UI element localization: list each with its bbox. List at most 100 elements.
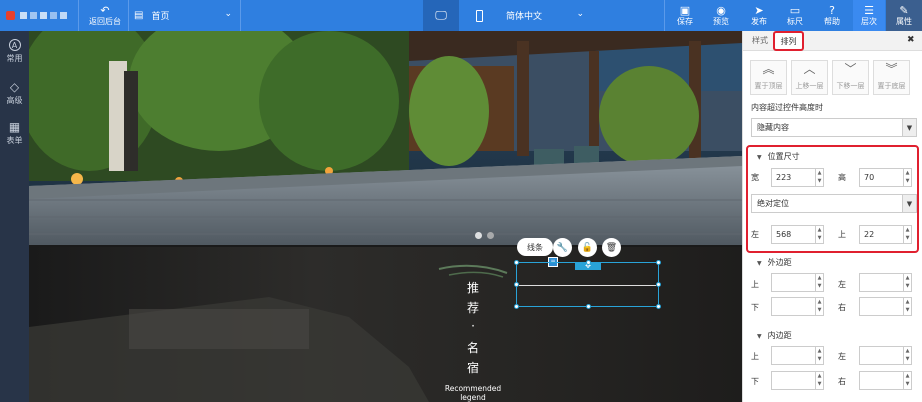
padding-top-input[interactable]: ▲ ▼: [771, 346, 824, 365]
margin-top-input[interactable]: ▲ ▼: [771, 273, 824, 292]
stepper-icon[interactable]: ▲ ▼: [903, 347, 911, 364]
stepper-icon[interactable]: ▲ ▼: [903, 372, 911, 389]
bring-forward-button[interactable]: ︿ 上移一层: [791, 60, 828, 95]
layers-button[interactable]: ☰ 层次: [853, 0, 885, 31]
tab-style[interactable]: 样式: [752, 35, 768, 46]
stepper-icon[interactable]: ▲ ▼: [815, 347, 823, 364]
padding-section-header[interactable]: ▼ 内边距: [757, 330, 792, 341]
sidebar-item-label: 常用: [6, 54, 23, 63]
left-label: 左: [751, 230, 759, 239]
tab-arrange-label: 排列: [780, 36, 797, 46]
mobile-view-button[interactable]: [461, 0, 497, 31]
top-value: 22: [864, 230, 875, 239]
send-to-back-button[interactable]: ︾ 置于底层: [873, 60, 910, 95]
margin-bottom-input[interactable]: ▲ ▼: [771, 297, 824, 316]
tab-arrange[interactable]: 排列: [773, 31, 804, 51]
send-backward-button[interactable]: ﹀ 下移一层: [832, 60, 869, 95]
height-input[interactable]: 70 ▲ ▼: [859, 168, 912, 187]
overflow-label: 内容超过控件高度时: [751, 103, 823, 112]
line-element-label: 线条: [527, 242, 543, 252]
phone-icon: [475, 9, 483, 22]
resize-handle[interactable]: [586, 260, 591, 265]
title-char: ·: [471, 319, 475, 333]
selected-line-element[interactable]: [514, 260, 661, 309]
padding-left-input[interactable]: ▲ ▼: [859, 346, 912, 365]
lock-button[interactable]: 🔓: [578, 238, 597, 257]
position-size-section-header[interactable]: ▼ 位置尺寸: [757, 151, 800, 162]
stepper-icon[interactable]: ▲ ▼: [815, 274, 823, 291]
close-icon[interactable]: ✖: [907, 35, 915, 45]
width-label: 宽: [751, 173, 759, 182]
button-label: 下移一层: [836, 82, 865, 90]
slider-dot-active[interactable]: [475, 232, 482, 239]
stepper-icon[interactable]: ▲ ▼: [815, 372, 823, 389]
padding-bottom-input[interactable]: ▲ ▼: [771, 371, 824, 390]
width-input[interactable]: 223 ▲ ▼: [771, 168, 824, 187]
save-button[interactable]: ▣ 保存: [670, 0, 700, 31]
desktop-view-button[interactable]: 🖵: [423, 0, 459, 31]
design-canvas[interactable]: 推 荐 · 名 宿 Recommended legend 线条 🔧 🔓 🗑 ≡ …: [29, 31, 742, 402]
padding-right-input[interactable]: ▲ ▼: [859, 371, 912, 390]
ruler-button[interactable]: ▭ 标尺: [780, 0, 810, 31]
section-title: 推 荐 · 名 宿: [458, 279, 488, 379]
top-input[interactable]: 22 ▲ ▼: [859, 225, 912, 244]
page-selector[interactable]: ▤ 首页 ⌄: [134, 0, 238, 31]
sidebar-item-form[interactable]: ▦ 表单: [0, 120, 29, 146]
help-button[interactable]: ? 帮助: [817, 0, 847, 31]
margin-left-label: 左: [838, 280, 846, 289]
button-label: 上移一层: [795, 82, 824, 90]
sidebar-item-label: 表单: [6, 136, 23, 145]
stepper-icon[interactable]: ▲ ▼: [815, 226, 823, 243]
resize-handle[interactable]: [514, 282, 519, 287]
chevron-down-icon: ⌄: [224, 9, 232, 19]
back-to-admin-label: 返回后台: [89, 17, 121, 26]
resize-handle[interactable]: [586, 304, 591, 309]
diamond-icon: ◇: [9, 80, 20, 94]
slider-dot[interactable]: [487, 232, 494, 239]
section-subtitle: Recommended legend: [439, 384, 507, 402]
positioning-value: 绝对定位: [757, 199, 789, 208]
left-input[interactable]: 568 ▲ ▼: [771, 225, 824, 244]
button-label: 置于底层: [877, 82, 906, 90]
triangle-down-icon: ▼: [757, 154, 762, 161]
properties-button[interactable]: ✎ 属性: [886, 0, 922, 31]
margin-right-input[interactable]: ▲ ▼: [859, 297, 912, 316]
back-to-admin-button[interactable]: ↶ 返回后台: [84, 0, 126, 31]
height-value: 70: [864, 173, 875, 182]
resize-handle[interactable]: [514, 304, 519, 309]
panel-tab-bar: [743, 31, 922, 51]
resort-courtyard-image: [29, 31, 742, 247]
delete-button[interactable]: 🗑: [602, 238, 621, 257]
preview-button[interactable]: ◉ 预览: [706, 0, 736, 31]
stepper-icon[interactable]: ▲ ▼: [815, 298, 823, 315]
stepper-icon[interactable]: ▲ ▼: [903, 226, 911, 243]
preview-icon: ◉: [716, 4, 726, 17]
language-label: 简体中文: [506, 12, 543, 22]
sidebar-item-common[interactable]: A 常用: [0, 39, 29, 64]
overflow-select[interactable]: 隐藏内容 ▼: [751, 118, 917, 137]
resize-handle[interactable]: [514, 260, 519, 265]
bring-to-front-button[interactable]: ︽ 置于顶层: [750, 60, 787, 95]
grid-icon: ▦: [8, 120, 21, 134]
margin-section-header[interactable]: ▼ 外边距: [757, 257, 792, 268]
stepper-icon[interactable]: ▲ ▼: [903, 169, 911, 186]
stepper-icon[interactable]: ▲ ▼: [903, 274, 911, 291]
line-element-button[interactable]: 线条: [517, 238, 553, 256]
top-label: 上: [838, 230, 846, 239]
language-selector[interactable]: 简体中文 ⌄: [498, 0, 586, 31]
resize-handle[interactable]: [656, 260, 661, 265]
publish-button[interactable]: ➤ 发布: [744, 0, 774, 31]
resize-handle[interactable]: [656, 282, 661, 287]
positioning-select[interactable]: 绝对定位 ▼: [751, 194, 917, 213]
stepper-icon[interactable]: ▲ ▼: [815, 169, 823, 186]
trash-icon: 🗑: [605, 242, 618, 253]
settings-button[interactable]: 🔧: [553, 238, 572, 257]
margin-left-input[interactable]: ▲ ▼: [859, 273, 912, 292]
resize-handle[interactable]: [656, 304, 661, 309]
sidebar-item-label: 高级: [6, 96, 23, 105]
help-label: 帮助: [824, 17, 840, 26]
properties-panel: 样式 排列 ✖ ︽ 置于顶层 ︿ 上移一层 ﹀ 下移一层 ︾ 置于底层 内容超过控件高度…: [742, 31, 922, 402]
unlock-icon: 🔓: [581, 242, 594, 253]
stepper-icon[interactable]: ▲ ▼: [903, 298, 911, 315]
sidebar-item-advanced[interactable]: ◇ 高级: [0, 80, 29, 106]
